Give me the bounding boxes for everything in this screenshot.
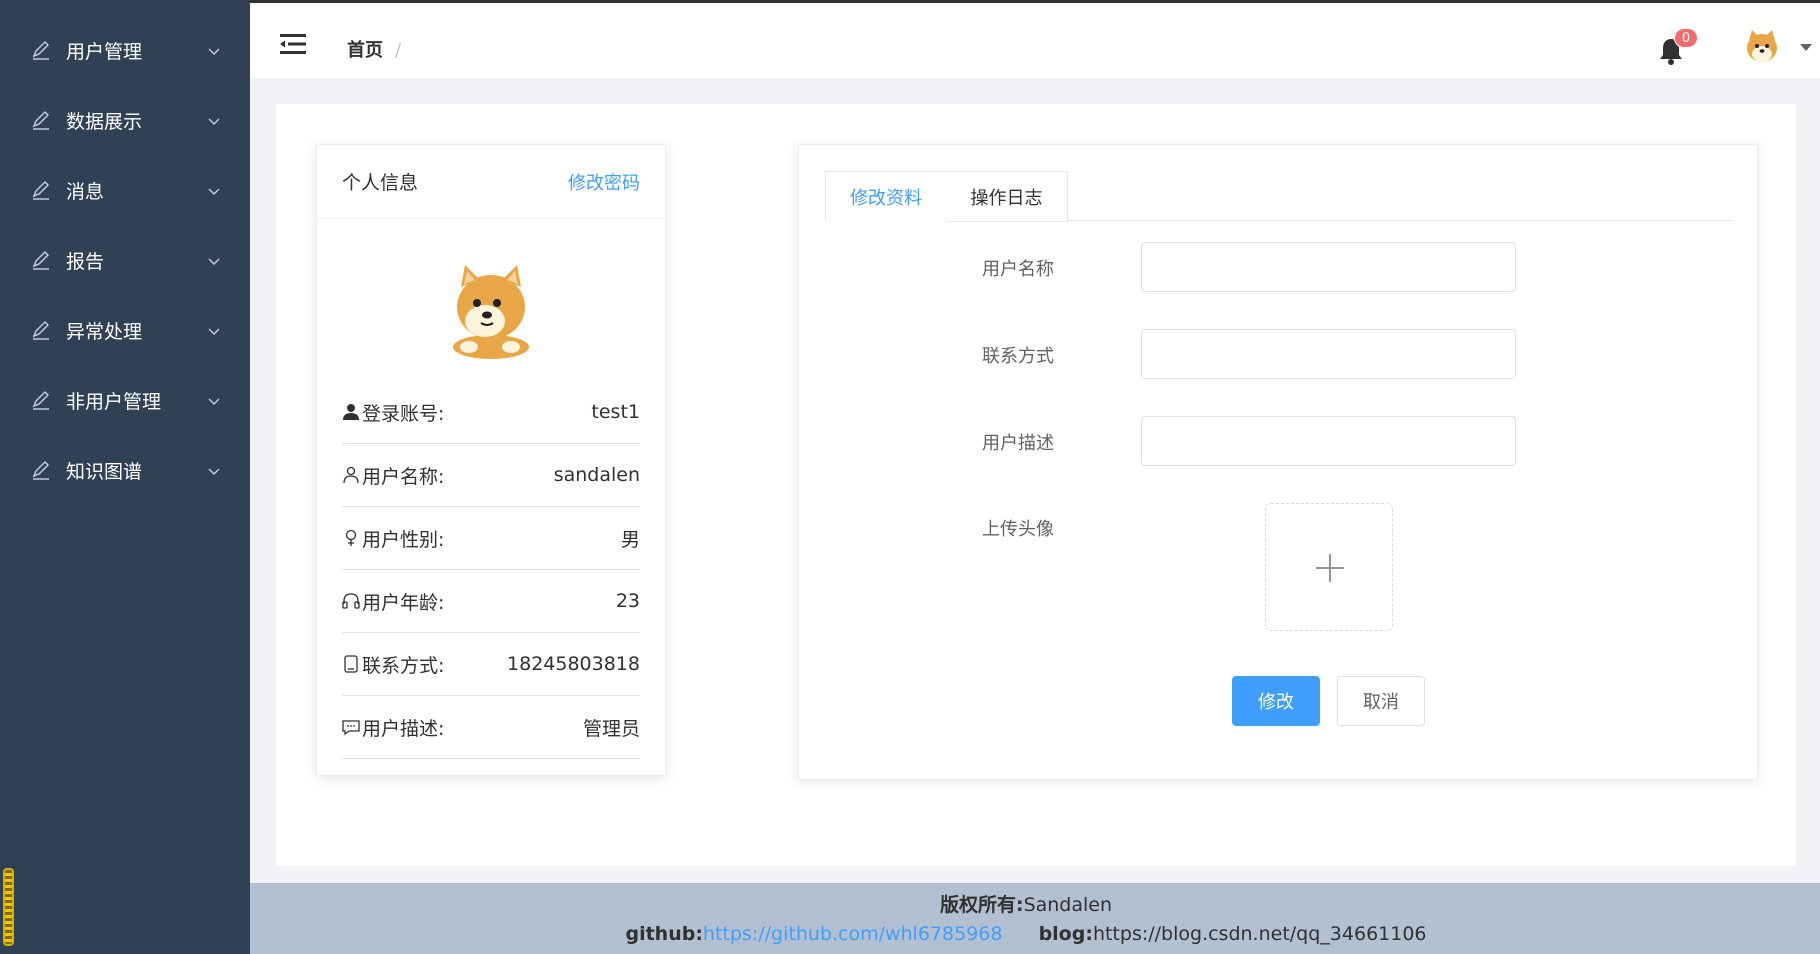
username-input[interactable]	[1141, 242, 1516, 292]
edit-icon	[30, 459, 52, 481]
chevron-down-icon	[206, 252, 222, 268]
notification-badge: 0	[1674, 28, 1698, 48]
sidebar-item-label: 报告	[66, 250, 105, 273]
user-filled-icon	[342, 403, 360, 421]
description-label: 用户描述	[982, 433, 1054, 454]
edit-card: 修改资料 操作日志 用户名称 联系方式 用户描述 上传头像 修改 取消	[798, 144, 1758, 780]
info-label: 用户描述:	[362, 717, 445, 740]
github-link[interactable]: https://github.com/whl6785968	[703, 923, 1003, 945]
sidebar-item-label: 知识图谱	[66, 460, 143, 483]
tab-operation-log[interactable]: 操作日志	[946, 171, 1068, 222]
description-input[interactable]	[1141, 416, 1516, 466]
info-row-age: 用户年龄: 23	[342, 570, 640, 633]
footer-copyright: 版权所有:Sandalen	[250, 890, 1802, 917]
female-icon	[342, 529, 360, 547]
blog-label: blog:	[1038, 923, 1093, 945]
chevron-down-icon	[206, 462, 222, 478]
hamburger-menu-icon[interactable]	[280, 33, 306, 55]
chevron-down-icon	[206, 322, 222, 338]
info-label: 联系方式:	[362, 654, 445, 677]
chevron-down-icon	[206, 392, 222, 408]
breadcrumb-home[interactable]: 首页	[347, 40, 383, 61]
breadcrumb: 首页 /	[347, 36, 401, 62]
edit-icon	[30, 39, 52, 61]
sidebar-item-label: 异常处理	[66, 320, 143, 343]
cancel-button[interactable]: 取消	[1337, 676, 1425, 726]
info-value: 18245803818	[507, 653, 640, 675]
info-label: 用户年龄:	[362, 591, 445, 614]
info-value: 男	[620, 528, 640, 551]
scroll-handle[interactable]	[3, 868, 14, 946]
sidebar-item-label: 非用户管理	[66, 390, 162, 413]
info-value: 23	[615, 590, 640, 612]
info-value: test1	[591, 401, 640, 423]
user-avatar[interactable]	[1742, 27, 1782, 67]
user-outline-icon	[342, 466, 360, 484]
info-row-description: 用户描述: 管理员	[342, 696, 640, 759]
mobile-icon	[342, 655, 360, 673]
info-row-username: 用户名称: sandalen	[342, 444, 640, 507]
top-header: 首页 / 0	[250, 0, 1820, 78]
sidebar: 用户管理 数据展示 消息 报告 异常处理 非用户管理 知识图谱	[0, 0, 250, 954]
caret-down-icon[interactable]	[1800, 44, 1812, 51]
info-label: 登录账号:	[362, 402, 445, 425]
sidebar-item-messages[interactable]: 消息	[0, 155, 250, 225]
username-label: 用户名称	[982, 259, 1054, 280]
info-row-contact: 联系方式: 18245803818	[342, 633, 640, 696]
edit-icon	[30, 249, 52, 271]
profile-card: 个人信息 修改密码 登录账号: test1 用户名称: sandalen 用户性…	[316, 144, 666, 776]
plus-icon	[1315, 553, 1345, 583]
sidebar-item-label: 数据展示	[66, 110, 143, 133]
edit-icon	[30, 319, 52, 341]
info-label: 用户名称:	[362, 465, 445, 488]
info-row-gender: 用户性别: 男	[342, 507, 640, 570]
edit-icon	[30, 109, 52, 131]
info-label: 用户性别:	[362, 528, 445, 551]
footer: 版权所有:Sandalen github:https://github.com/…	[250, 883, 1820, 954]
tab-edit-profile[interactable]: 修改资料	[825, 171, 947, 222]
sidebar-item-exception-handling[interactable]: 异常处理	[0, 295, 250, 365]
sidebar-item-reports[interactable]: 报告	[0, 225, 250, 295]
profile-card-title: 个人信息	[342, 172, 419, 194]
edit-icon	[30, 389, 52, 411]
footer-links: github:https://github.com/whl6785968 blo…	[250, 923, 1802, 945]
sidebar-item-label: 用户管理	[66, 40, 143, 63]
info-row-login-account: 登录账号: test1	[342, 381, 640, 444]
submit-button[interactable]: 修改	[1232, 676, 1320, 726]
headset-icon	[342, 592, 360, 610]
sidebar-item-label: 消息	[66, 180, 105, 203]
sidebar-item-user-management[interactable]: 用户管理	[0, 15, 250, 85]
change-password-link[interactable]: 修改密码	[568, 169, 640, 195]
sidebar-item-non-user-management[interactable]: 非用户管理	[0, 365, 250, 435]
blog-link[interactable]: https://blog.csdn.net/qq_34661106	[1093, 923, 1427, 945]
sidebar-item-knowledge-graph[interactable]: 知识图谱	[0, 435, 250, 505]
tab-bar: 修改资料 操作日志	[825, 171, 1733, 222]
info-value: 管理员	[582, 717, 640, 740]
avatar-uploader[interactable]	[1265, 503, 1393, 631]
info-value: sandalen	[553, 464, 640, 486]
github-label: github:	[625, 923, 703, 945]
contact-label: 联系方式	[982, 346, 1054, 367]
contact-input[interactable]	[1141, 329, 1516, 379]
chevron-down-icon	[206, 112, 222, 128]
chevron-down-icon	[206, 42, 222, 58]
copyright-value: Sandalen	[1023, 894, 1113, 916]
message-icon	[342, 718, 360, 736]
copyright-label: 版权所有:	[939, 894, 1024, 916]
profile-info-list: 登录账号: test1 用户名称: sandalen 用户性别: 男 用户年龄:…	[317, 381, 665, 759]
sidebar-item-data-display[interactable]: 数据展示	[0, 85, 250, 155]
upload-avatar-label: 上传头像	[982, 519, 1054, 540]
edit-icon	[30, 179, 52, 201]
breadcrumb-separator: /	[395, 40, 402, 61]
profile-avatar	[439, 259, 543, 363]
profile-card-header: 个人信息 修改密码	[317, 145, 665, 219]
chevron-down-icon	[206, 182, 222, 198]
